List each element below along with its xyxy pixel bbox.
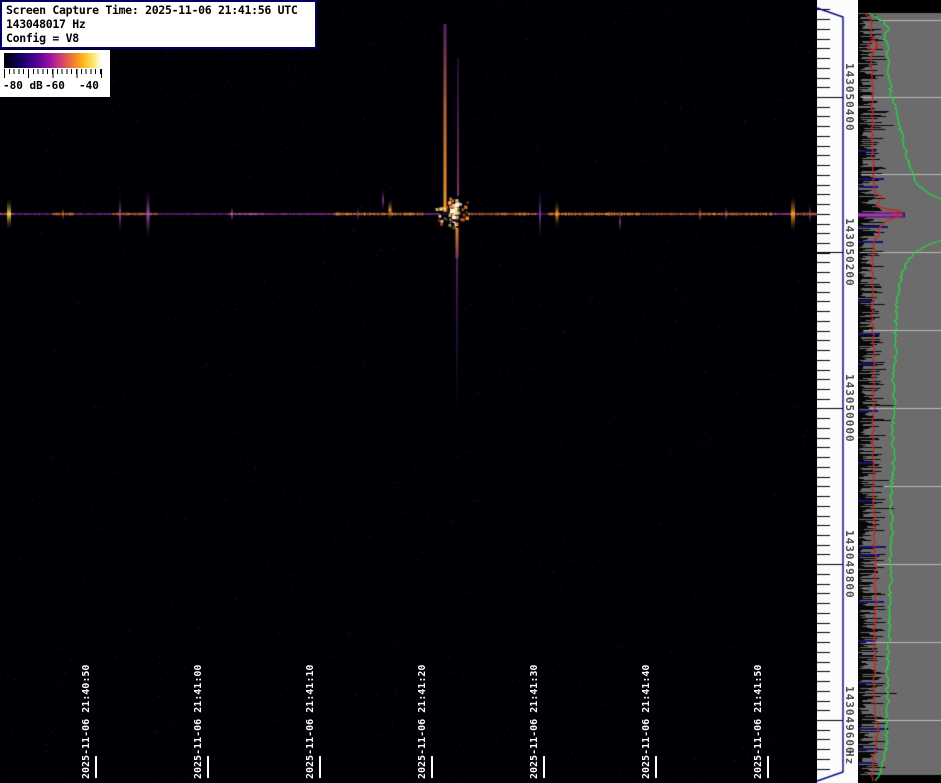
frequency-label: 143049600 <box>843 686 856 755</box>
frequency-label: 143050400 <box>843 63 856 132</box>
frequency-label: 143050000 <box>843 374 856 443</box>
time-label: 2025-11-06 21:41:30 <box>529 665 540 779</box>
time-tick <box>767 756 769 778</box>
frequency-label: 143049800 <box>843 530 856 599</box>
time-tick <box>95 756 97 778</box>
time-label: 2025-11-06 21:41:50 <box>753 665 764 779</box>
time-tick <box>207 756 209 778</box>
waterfall-spectrogram-canvas <box>0 0 817 783</box>
time-tick <box>319 756 321 778</box>
center-frequency-text: 143048017 Hz <box>6 17 311 31</box>
legend-tick-ruler <box>4 69 105 78</box>
legend-min-label: -80 dB <box>3 79 43 92</box>
db-color-legend: -80 dB -60 -40 <box>0 50 110 97</box>
time-tick <box>431 756 433 778</box>
time-label: 2025-11-06 21:41:20 <box>417 665 428 779</box>
capture-time-text: Screen Capture Time: 2025-11-06 21:41:56… <box>6 3 311 17</box>
screen-capture-view: Screen Capture Time: 2025-11-06 21:41:56… <box>0 0 941 783</box>
time-tick <box>655 756 657 778</box>
time-label: 2025-11-06 21:41:40 <box>641 665 652 779</box>
frequency-label: 143050200 <box>843 218 856 287</box>
time-label: 2025-11-06 21:41:10 <box>305 665 316 779</box>
frequency-unit-label: Hz <box>843 750 856 765</box>
colormap-gradient-bar <box>4 53 105 68</box>
time-label: 2025-11-06 21:41:00 <box>193 665 204 779</box>
time-tick <box>543 756 545 778</box>
config-text: Config = V8 <box>6 31 311 45</box>
legend-labels: -80 dB -60 -40 <box>0 79 110 95</box>
spectrum-panel-canvas <box>858 0 941 783</box>
legend-mid-label: -60 <box>45 79 65 92</box>
capture-info-box: Screen Capture Time: 2025-11-06 21:41:56… <box>0 0 317 49</box>
legend-max-label: -40 <box>79 79 99 92</box>
time-label: 2025-11-06 21:40:50 <box>81 665 92 779</box>
